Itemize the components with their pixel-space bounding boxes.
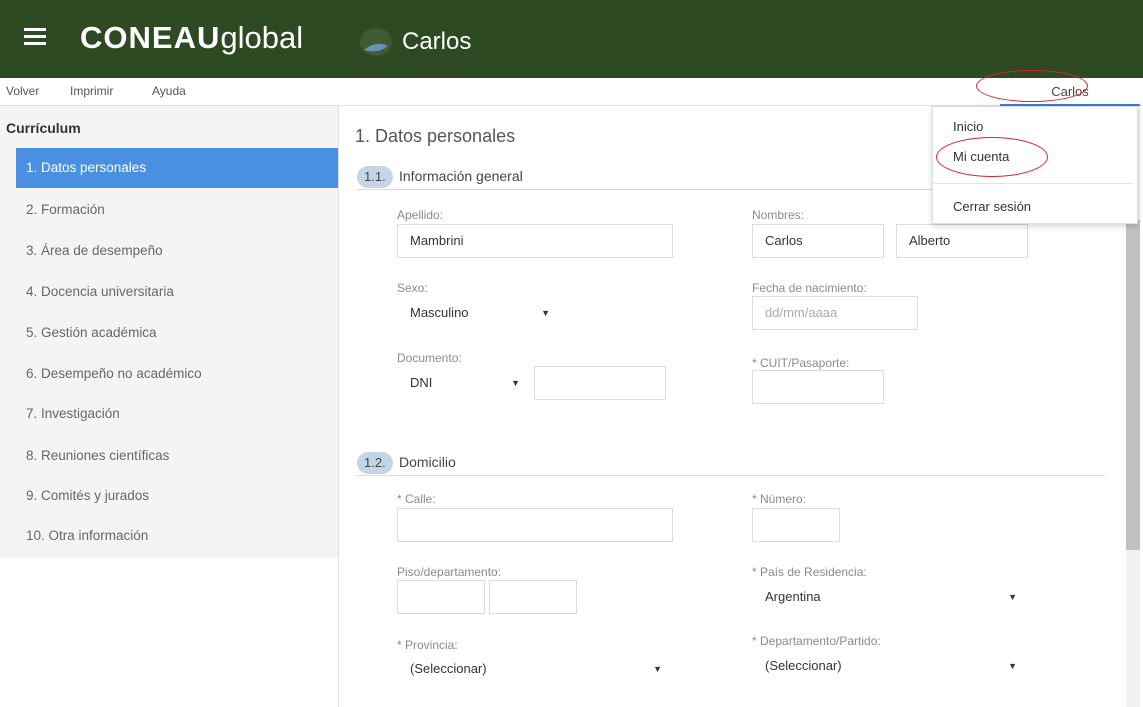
- cuit-label: * CUIT/Pasaporte:: [752, 356, 850, 370]
- annotation-circle-mi-cuenta: [936, 137, 1048, 177]
- dropdown-item-cerrar-sesion[interactable]: Cerrar sesión: [953, 199, 1031, 214]
- sidebar-item-investigacion[interactable]: 7. Investigación: [16, 394, 338, 434]
- documento-type-select[interactable]: DNI ▼: [397, 366, 531, 400]
- provincia-label: * Provincia:: [397, 638, 458, 652]
- fecha-input[interactable]: dd/mm/aaaa: [752, 296, 918, 330]
- nombre-first-input[interactable]: Carlos: [752, 224, 884, 258]
- departamento-partido-value: (Seleccionar): [765, 658, 842, 673]
- nombre-first-value: Carlos: [765, 233, 803, 248]
- departamento-input[interactable]: [489, 580, 577, 614]
- chevron-down-icon: ▼: [1008, 592, 1017, 602]
- fecha-placeholder: dd/mm/aaaa: [765, 305, 838, 320]
- chevron-down-icon: ▼: [1008, 661, 1017, 671]
- chevron-down-icon: ▼: [511, 378, 520, 388]
- sexo-select[interactable]: Masculino ▼: [397, 296, 561, 330]
- dropdown-item-inicio[interactable]: Inicio: [953, 119, 983, 134]
- sidebar-item-desempeno-no-academico[interactable]: 6. Desempeño no académico: [16, 354, 338, 394]
- brand-logo[interactable]: CONEAUglobal: [80, 18, 303, 58]
- cuit-input[interactable]: [752, 370, 884, 404]
- section-header-domicilio: 1.2. Domicilio: [357, 452, 1105, 476]
- sidebar-title: Currículum: [6, 120, 81, 136]
- header-user-name: Carlos: [402, 28, 472, 55]
- numero-label: * Número:: [752, 492, 807, 506]
- pais-value: Argentina: [765, 589, 821, 604]
- section-title: Domicilio: [399, 454, 456, 470]
- print-link[interactable]: Imprimir: [70, 84, 113, 98]
- departamento-partido-select[interactable]: (Seleccionar) ▼: [752, 649, 1028, 683]
- pais-select[interactable]: Argentina ▼: [752, 580, 1028, 614]
- dropdown-divider: [933, 183, 1133, 184]
- brand-strong-text: CONEAU: [80, 20, 221, 55]
- sidebar-item-datos-personales[interactable]: 1. Datos personales: [16, 148, 338, 188]
- section-title: Información general: [399, 168, 523, 184]
- sidebar-item-reuniones[interactable]: 8. Reuniones científicas: [16, 436, 338, 476]
- documento-number-input[interactable]: [534, 366, 666, 400]
- section-number: 1.1.: [357, 166, 393, 188]
- documento-type-value: DNI: [410, 375, 433, 390]
- provincia-select[interactable]: (Seleccionar) ▼: [397, 652, 673, 686]
- page-title: 1. Datos personales: [355, 126, 516, 146]
- app-header: CONEAUglobal Carlos: [0, 0, 1143, 78]
- nombres-label: Nombres:: [752, 208, 805, 222]
- provincia-value: (Seleccionar): [410, 661, 487, 676]
- calle-input[interactable]: [397, 508, 673, 542]
- apellido-value: Mambrini: [410, 233, 464, 248]
- app-logo-icon: [360, 28, 392, 56]
- chevron-down-icon: ▼: [541, 308, 550, 318]
- annotation-circle-user: [976, 70, 1088, 102]
- sidebar-item-comites[interactable]: 9. Comités y jurados: [16, 476, 338, 516]
- sidebar-item-gestion[interactable]: 5. Gestión académica: [16, 313, 338, 353]
- fecha-label: Fecha de nacimiento:: [752, 281, 867, 295]
- sexo-value: Masculino: [410, 305, 469, 320]
- departamento-partido-label: * Departamento/Partido:: [752, 634, 881, 648]
- section-number: 1.2.: [357, 452, 393, 474]
- piso-label: Piso/departamento:: [397, 565, 502, 579]
- scrollbar-thumb[interactable]: [1126, 220, 1140, 550]
- nombre-second-value: Alberto: [909, 233, 951, 248]
- sidebar-item-formacion[interactable]: 2. Formación: [16, 190, 338, 230]
- sidebar-item-docencia[interactable]: 4. Docencia universitaria: [16, 272, 338, 312]
- documento-label: Documento:: [397, 351, 462, 365]
- chevron-down-icon: ▼: [653, 664, 662, 674]
- hamburger-menu-icon[interactable]: [24, 28, 46, 46]
- apellido-label: Apellido:: [397, 208, 444, 222]
- nombre-second-input[interactable]: Alberto: [896, 224, 1028, 258]
- numero-input[interactable]: [752, 508, 840, 542]
- apellido-input[interactable]: Mambrini: [397, 224, 673, 258]
- sidebar-item-otra-informacion[interactable]: 10. Otra información: [16, 516, 338, 556]
- sidebar-item-area-desempeno[interactable]: 3. Área de desempeño: [16, 231, 338, 271]
- sidebar: Currículum 1. Datos personales 2. Formac…: [0, 106, 338, 558]
- brand-light-text: global: [220, 20, 304, 55]
- help-link[interactable]: Ayuda: [152, 84, 186, 98]
- menu-bar: Volver Imprimir Ayuda Carlos: [0, 78, 1143, 106]
- back-link[interactable]: Volver: [6, 84, 39, 98]
- piso-input[interactable]: [397, 580, 485, 614]
- calle-label: * Calle:: [397, 492, 436, 506]
- sexo-label: Sexo:: [397, 281, 428, 295]
- pais-label: * País de Residencia:: [752, 565, 867, 579]
